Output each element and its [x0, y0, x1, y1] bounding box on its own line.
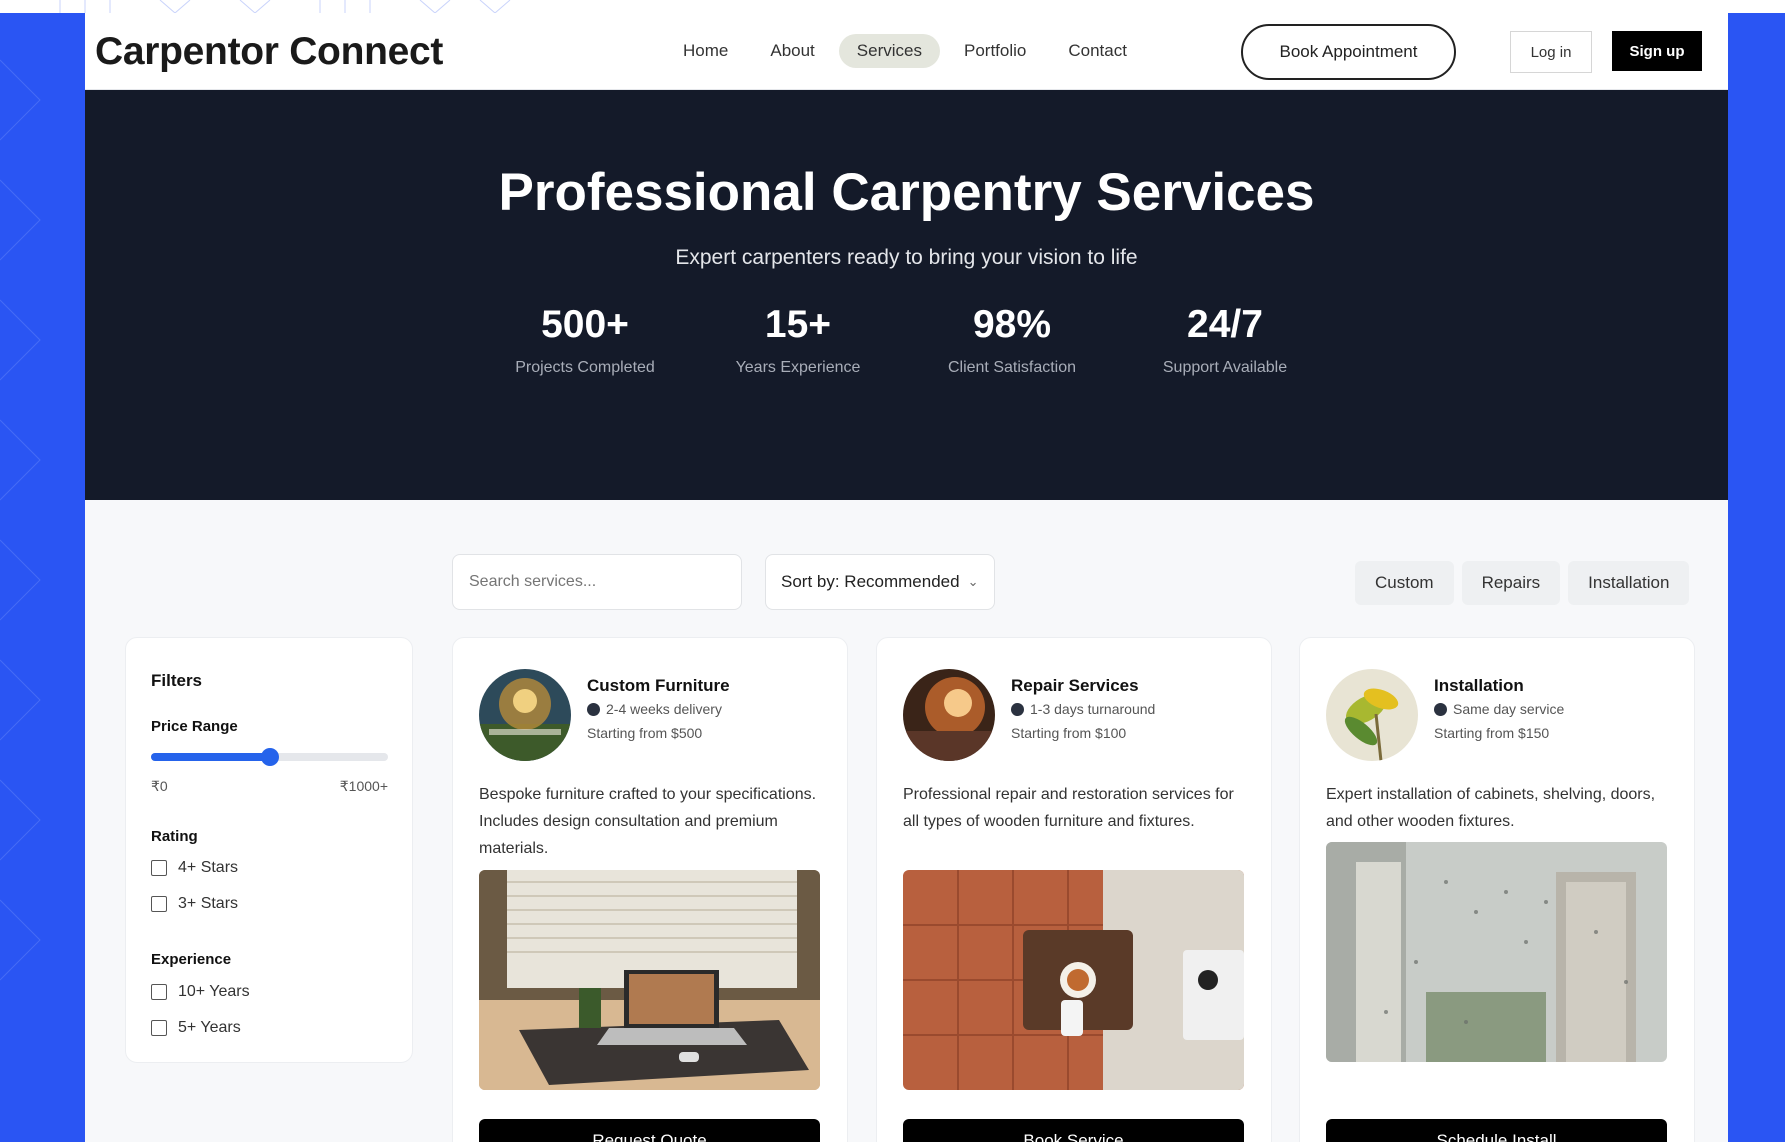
category-chips: Custom Repairs Installation [1355, 561, 1697, 605]
login-button[interactable]: Log in [1510, 31, 1592, 73]
sort-label: Sort by: Recommended [781, 572, 960, 591]
forest-image [479, 669, 571, 761]
background-left-panel [0, 0, 85, 1142]
clock-icon [587, 702, 600, 716]
service-avatar [479, 669, 571, 761]
schedule-install-button[interactable]: Schedule Install [1326, 1119, 1667, 1142]
experience-option-5plus[interactable]: 5+ Years [151, 1019, 241, 1037]
stat-value: 24/7 [1187, 303, 1263, 346]
card-price: Starting from $150 [1434, 725, 1550, 741]
stat-projects: 500+ Projects Completed [485, 303, 685, 377]
card-title: Installation [1434, 676, 1524, 695]
price-min-label: ₹0 [151, 778, 168, 794]
hero-title: Professional Carpentry Services [498, 163, 1315, 222]
search-input[interactable] [452, 554, 742, 610]
chevron-down-icon: ⌄ [967, 574, 979, 589]
card-description: Expert installation of cabinets, shelvin… [1326, 786, 1656, 830]
coffee-table-image [903, 870, 1244, 1090]
background-right-panel [1728, 0, 1785, 1142]
nav-link-contact[interactable]: Contact [1050, 34, 1145, 68]
rating-label: Rating [151, 828, 198, 845]
stat-label: Projects Completed [515, 359, 655, 376]
stat-value: 98% [972, 303, 1052, 346]
nav-link-portfolio[interactable]: Portfolio [946, 34, 1044, 68]
slider-fill [151, 753, 270, 761]
card-price: Starting from $500 [587, 725, 703, 741]
card-meta-text: Same day service [1453, 701, 1565, 717]
request-quote-button[interactable]: Request Quote [479, 1119, 820, 1142]
service-card-custom-furniture: Custom Furniture 2-4 weeks delivery Star… [452, 637, 848, 1142]
card-meta: 1-3 days turnaround [1011, 701, 1155, 717]
rating-option-4plus[interactable]: 4+ Stars [151, 859, 238, 877]
checkbox[interactable] [151, 860, 167, 876]
price-max-label: ₹1000+ [339, 778, 388, 794]
chip-custom[interactable]: Custom [1355, 561, 1454, 605]
top-pattern [59, 0, 511, 13]
checkbox-label: 3+ Stars [178, 895, 239, 912]
nav-link-home[interactable]: Home [665, 34, 746, 68]
card-meta-text: 1-3 days turnaround [1030, 701, 1156, 717]
checkbox[interactable] [151, 896, 167, 912]
stat-experience: 15+ Years Experience [698, 303, 898, 377]
service-avatar [903, 669, 995, 761]
experience-option-10plus[interactable]: 10+ Years [151, 983, 250, 1001]
price-range-label: Price Range [151, 718, 238, 735]
card-meta-text: 2-4 weeks delivery [606, 701, 722, 717]
card-price: Starting from $100 [1011, 725, 1127, 741]
nav-link-services[interactable]: Services [838, 34, 940, 68]
city-window-image [1326, 842, 1667, 1062]
card-meta: 2-4 weeks delivery [587, 701, 722, 717]
card-meta: Same day service [1434, 701, 1564, 717]
signup-button[interactable]: Sign up [1612, 31, 1702, 71]
nav-links: Home About Services Portfolio Contact [665, 33, 1151, 69]
filters-title: Filters [151, 671, 203, 690]
background-top-strip [0, 0, 1785, 13]
hero-stats: 500+ Projects Completed 15+ Years Experi… [485, 303, 1315, 383]
stat-value: 15+ [764, 303, 832, 346]
service-card-repair: Repair Services 1-3 days turnaround Star… [876, 637, 1272, 1142]
card-description: Professional repair and restoration serv… [903, 786, 1234, 830]
card-description: Bespoke furniture crafted to your specif… [479, 786, 817, 857]
chip-installation[interactable]: Installation [1568, 561, 1690, 605]
background-pattern [0, 59, 41, 981]
experience-label: Experience [151, 951, 232, 968]
rainy-city-image [1326, 842, 1667, 1062]
page: Carpentor Connect Home About Services Po… [85, 13, 1728, 1142]
stat-satisfaction: 98% Client Satisfaction [912, 303, 1112, 377]
stat-label: Client Satisfaction [947, 359, 1077, 376]
price-range-slider[interactable] [151, 748, 388, 766]
slider-thumb[interactable] [260, 748, 279, 766]
sort-dropdown[interactable]: Sort by: Recommended ⌄ [765, 554, 995, 610]
checkbox-label: 4+ Stars [178, 859, 239, 876]
workspace-image [479, 870, 820, 1090]
stat-value: 500+ [541, 303, 629, 346]
warm-light-image [903, 669, 995, 761]
plant-image [1326, 669, 1418, 761]
stat-label: Support Available [1162, 359, 1288, 376]
clock-icon [1434, 702, 1447, 716]
checkbox[interactable] [151, 1020, 167, 1036]
book-appointment-button[interactable]: Book Appointment [1241, 24, 1456, 80]
laptop-desk-image [479, 870, 820, 1090]
rating-option-3plus[interactable]: 3+ Stars [151, 895, 238, 913]
card-title: Custom Furniture [587, 676, 730, 695]
hero-section: Professional Carpentry Services Expert c… [85, 90, 1728, 500]
stat-support: 24/7 Support Available [1125, 303, 1325, 377]
top-navbar: Carpentor Connect Home About Services Po… [85, 13, 1728, 90]
checkbox-label: 10+ Years [178, 983, 250, 1000]
clock-icon [1011, 702, 1024, 716]
brand-logo[interactable]: Carpentor Connect [95, 30, 443, 74]
hero-subtitle: Expert carpenters ready to bring your vi… [675, 246, 1138, 269]
service-card-installation: Installation Same day service Starting f… [1299, 637, 1695, 1142]
nav-link-about[interactable]: About [752, 34, 832, 68]
terracotta-floor-image [903, 870, 1244, 1090]
chip-repairs[interactable]: Repairs [1461, 561, 1561, 605]
checkbox-label: 5+ Years [178, 1019, 241, 1036]
stat-label: Years Experience [735, 359, 861, 376]
card-title: Repair Services [1011, 676, 1139, 695]
book-service-button[interactable]: Book Service [903, 1119, 1244, 1142]
filters-panel: Filters Price Range ₹0 ₹1000+ Rating 4+ … [125, 637, 413, 1063]
checkbox[interactable] [151, 984, 167, 1000]
service-avatar [1326, 669, 1418, 761]
